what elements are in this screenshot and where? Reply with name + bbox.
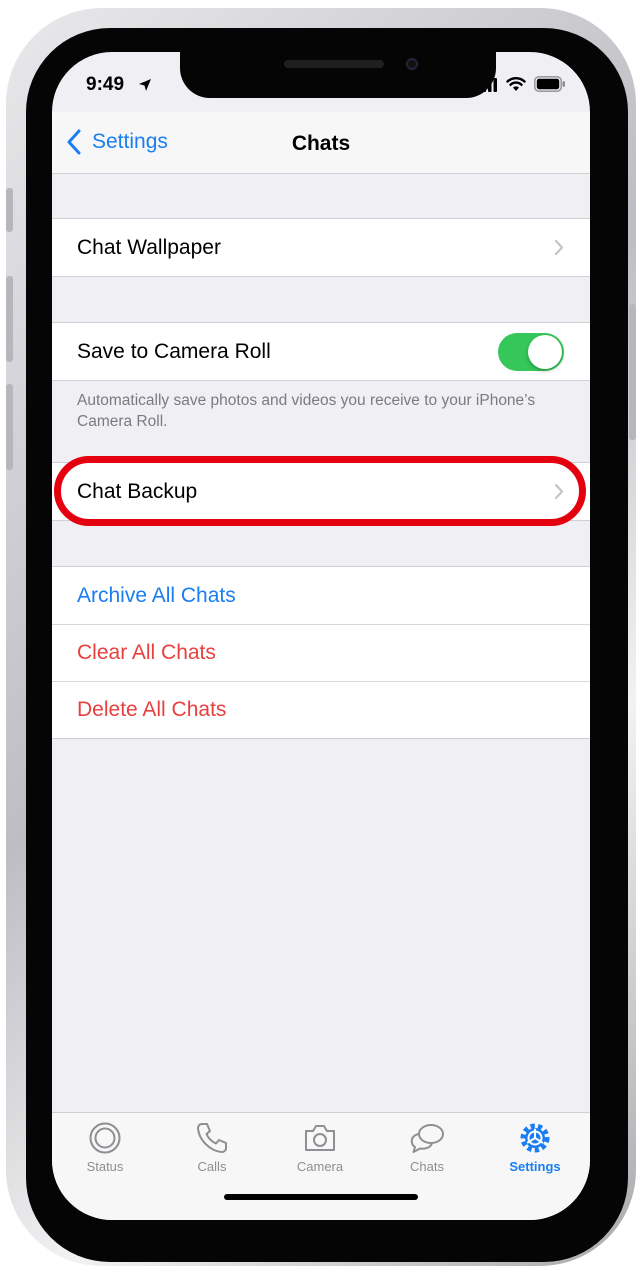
volume-down-button: [6, 384, 13, 470]
tab-settings-label: Settings: [509, 1159, 561, 1174]
chat-backup-row[interactable]: Chat Backup: [52, 463, 590, 520]
archive-all-chats-label: Archive All Chats: [77, 583, 236, 607]
tab-calls-label: Calls: [197, 1159, 227, 1174]
chevron-right-icon: [554, 483, 564, 500]
mute-switch: [6, 188, 13, 232]
backup-group: Chat Backup: [52, 462, 590, 521]
actions-group: Archive All Chats Clear All Chats Delete…: [52, 566, 590, 739]
tab-bar: Status Calls Camera Chats Settings: [52, 1112, 590, 1220]
screen: 9:49 Settings Chats Chat Wallpaper Save …: [52, 52, 590, 1220]
tab-camera-label: Camera: [296, 1159, 344, 1174]
gear-icon: [520, 1123, 550, 1153]
location-arrow-icon: [139, 79, 151, 91]
tab-status[interactable]: Status: [52, 1121, 158, 1181]
tab-camera[interactable]: Camera: [267, 1121, 373, 1181]
save-to-camera-roll-label: Save to Camera Roll: [77, 339, 271, 363]
camera-icon: [305, 1125, 335, 1151]
tab-chats[interactable]: Chats: [374, 1121, 480, 1181]
speaker-grille: [284, 60, 384, 68]
tab-calls[interactable]: Calls: [159, 1121, 265, 1181]
chat-wallpaper-row[interactable]: Chat Wallpaper: [52, 219, 590, 276]
save-to-camera-roll-toggle[interactable]: [498, 333, 564, 371]
status-icon: [89, 1122, 121, 1154]
toggle-knob: [528, 335, 562, 369]
camera-roll-footnote: Automatically save photos and videos you…: [77, 392, 536, 430]
camera-roll-group: Save to Camera Roll: [52, 322, 590, 381]
notch: [180, 52, 496, 98]
archive-all-chats-row[interactable]: Archive All Chats: [52, 567, 590, 624]
tab-chats-label: Chats: [410, 1159, 444, 1174]
home-indicator[interactable]: [224, 1194, 418, 1200]
volume-up-button: [6, 276, 13, 362]
wallpaper-group: Chat Wallpaper: [52, 218, 590, 277]
clear-all-chats-label: Clear All Chats: [77, 641, 216, 664]
page-title: Chats: [291, 132, 351, 155]
navigation-bar: Settings Chats: [52, 112, 590, 174]
status-time: 9:49: [86, 74, 125, 95]
wifi-icon: [506, 77, 526, 91]
clear-all-chats-row[interactable]: Clear All Chats: [52, 624, 590, 681]
delete-all-chats-row[interactable]: Delete All Chats: [52, 681, 590, 738]
chat-bubbles-icon: [410, 1124, 444, 1153]
battery-icon: [534, 76, 565, 92]
delete-all-chats-label: Delete All Chats: [77, 698, 227, 721]
phone-icon: [197, 1123, 227, 1153]
save-to-camera-roll-row: Save to Camera Roll: [52, 323, 590, 380]
power-button: [629, 304, 636, 440]
chevron-right-icon: [554, 239, 564, 256]
tab-settings[interactable]: Settings: [482, 1121, 588, 1181]
chat-wallpaper-label: Chat Wallpaper: [77, 235, 221, 259]
tab-status-label: Status: [86, 1159, 124, 1174]
chat-backup-label: Chat Backup: [77, 479, 198, 503]
front-camera: [406, 58, 418, 70]
